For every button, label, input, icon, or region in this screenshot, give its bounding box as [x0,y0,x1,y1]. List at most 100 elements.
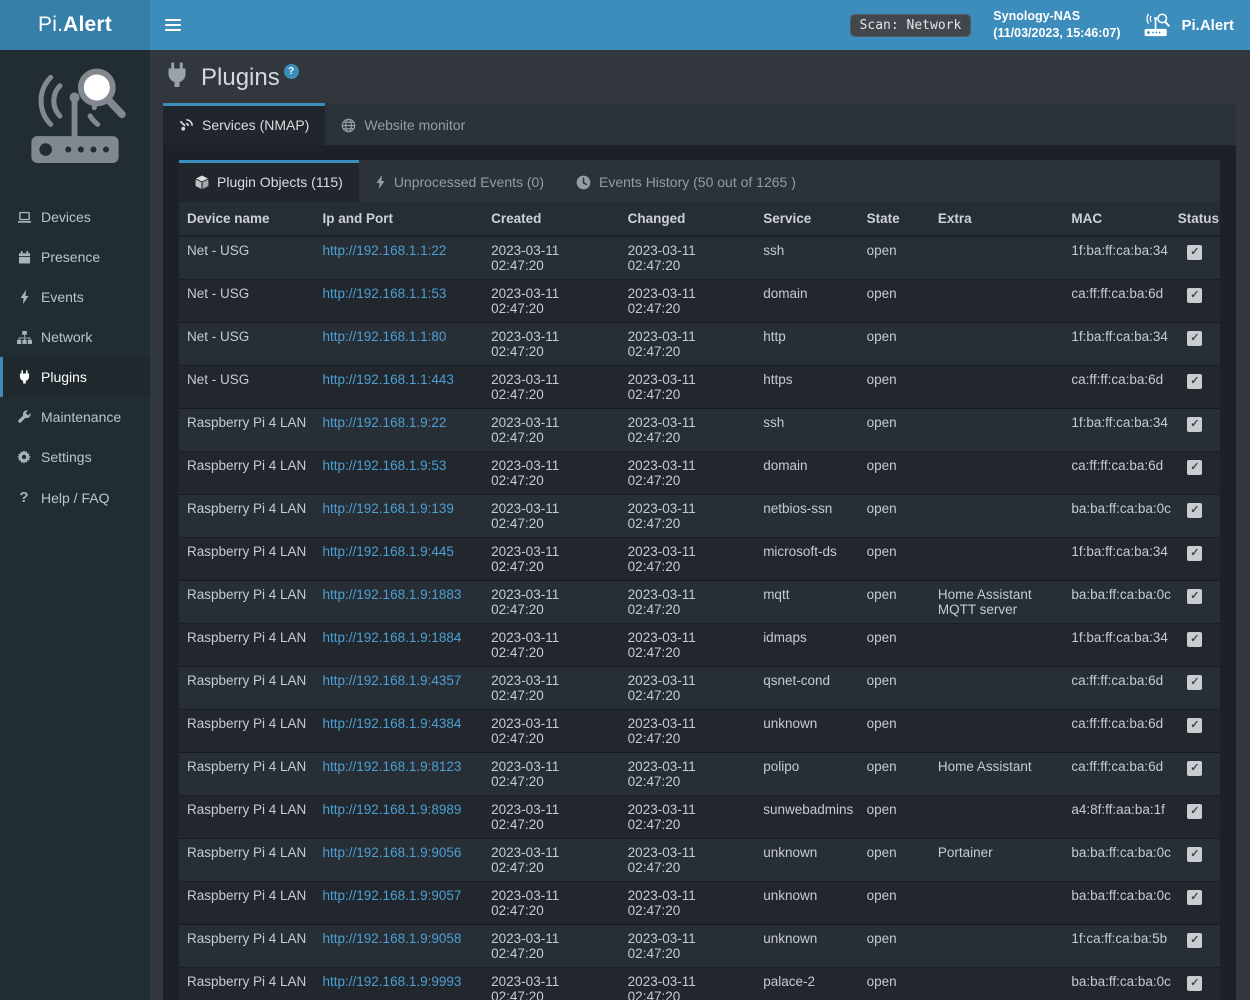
port-link[interactable]: http://192.168.1.9:4357 [323,673,462,688]
port-link[interactable]: http://192.168.1.9:8989 [323,802,462,817]
column-header-changed: Changed [620,202,756,236]
status-checkbox[interactable]: ✓ [1187,804,1202,819]
state-cell: open [859,323,930,366]
device-name-cell: Raspberry Pi 4 LAN [179,667,315,710]
status-checkbox[interactable]: ✓ [1187,460,1202,475]
table-row: Net - USGhttp://192.168.1.1:802023-03-11… [179,323,1220,366]
port-link[interactable]: http://192.168.1.9:9057 [323,888,462,903]
status-checkbox[interactable]: ✓ [1187,761,1202,776]
sidebar-item-network[interactable]: Network [0,317,150,357]
port-link-cell: http://192.168.1.9:139 [315,495,484,538]
changed-cell: 2023-03-11 02:47:20 [620,581,756,624]
status-checkbox[interactable]: ✓ [1187,503,1202,518]
port-link[interactable]: http://192.168.1.9:8123 [323,759,462,774]
subtab-events-history-50-out-of-1265[interactable]: Events History (50 out of 1265 ) [560,160,812,202]
table-row: Raspberry Pi 4 LANhttp://192.168.1.9:812… [179,753,1220,796]
port-link[interactable]: http://192.168.1.1:53 [323,286,447,301]
sidebar-item-plugins[interactable]: Plugins [0,357,150,397]
table-row: Net - USGhttp://192.168.1.1:532023-03-11… [179,280,1220,323]
sidebar-item-settings[interactable]: Settings [0,437,150,477]
extra-cell [930,710,1064,753]
status-checkbox[interactable]: ✓ [1187,718,1202,733]
status-checkbox[interactable]: ✓ [1187,417,1202,432]
service-cell: microsoft-ds [755,538,858,581]
port-link[interactable]: http://192.168.1.9:9993 [323,974,462,989]
status-checkbox[interactable]: ✓ [1187,890,1202,905]
port-link[interactable]: http://192.168.1.9:1883 [323,587,462,602]
sidebar-item-help-faq[interactable]: ?Help / FAQ [0,477,150,518]
device-name-cell: Raspberry Pi 4 LAN [179,452,315,495]
port-link[interactable]: http://192.168.1.9:9056 [323,845,462,860]
extra-cell [930,667,1064,710]
device-name-cell: Raspberry Pi 4 LAN [179,839,315,882]
tab-label: Website monitor [364,117,465,133]
created-cell: 2023-03-11 02:47:20 [483,495,620,538]
table-row: Raspberry Pi 4 LANhttp://192.168.1.9:898… [179,796,1220,839]
service-cell: ssh [755,409,858,452]
port-link[interactable]: http://192.168.1.9:1884 [323,630,462,645]
mac-cell: a4:8f:ff:aa:ba:1f [1063,796,1169,839]
tab-website-monitor[interactable]: Website monitor [325,103,481,145]
status-checkbox[interactable]: ✓ [1187,245,1202,260]
navbar-brand[interactable]: Pi.Alert [1142,13,1234,37]
port-link[interactable]: http://192.168.1.9:139 [323,501,454,516]
device-name-cell: Net - USG [179,366,315,409]
status-checkbox[interactable]: ✓ [1187,546,1202,561]
table-row: Raspberry Pi 4 LANhttp://192.168.1.9:222… [179,409,1220,452]
status-checkbox[interactable]: ✓ [1187,933,1202,948]
port-link[interactable]: http://192.168.1.1:22 [323,243,447,258]
port-link-cell: http://192.168.1.9:1884 [315,624,484,667]
port-link[interactable]: http://192.168.1.9:4384 [323,716,462,731]
sidebar-item-events[interactable]: Events [0,277,150,317]
port-link[interactable]: http://192.168.1.9:445 [323,544,454,559]
created-cell: 2023-03-11 02:47:20 [483,882,620,925]
extra-cell [930,366,1064,409]
port-link-cell: http://192.168.1.9:8123 [315,753,484,796]
port-link[interactable]: http://192.168.1.9:9058 [323,931,462,946]
port-link-cell: http://192.168.1.9:9058 [315,925,484,968]
created-cell: 2023-03-11 02:47:20 [483,280,620,323]
port-link[interactable]: http://192.168.1.1:443 [323,372,454,387]
table-row: Raspberry Pi 4 LANhttp://192.168.1.9:532… [179,452,1220,495]
sidebar-item-label: Maintenance [41,409,121,425]
column-header-state: State [859,202,930,236]
status-checkbox[interactable]: ✓ [1187,288,1202,303]
tab-label: Unprocessed Events (0) [394,174,544,190]
tab-label: Events History (50 out of 1265 ) [599,174,796,190]
status-checkbox[interactable]: ✓ [1187,847,1202,862]
status-checkbox[interactable]: ✓ [1187,374,1202,389]
status-checkbox[interactable]: ✓ [1187,675,1202,690]
status-checkbox[interactable]: ✓ [1187,976,1202,991]
port-link[interactable]: http://192.168.1.1:80 [323,329,447,344]
mac-cell: ca:ff:ff:ca:ba:6d [1063,452,1169,495]
mac-cell: ba:ba:ff:ca:ba:0c [1063,581,1169,624]
help-badge[interactable]: ? [284,64,299,79]
state-cell: open [859,710,930,753]
port-link-cell: http://192.168.1.9:53 [315,452,484,495]
created-cell: 2023-03-11 02:47:20 [483,366,620,409]
service-cell: domain [755,452,858,495]
subtab-unprocessed-events-0[interactable]: Unprocessed Events (0) [359,160,560,202]
table-header-row: Device nameIp and PortCreatedChangedServ… [179,202,1220,236]
sidebar-item-maintenance[interactable]: Maintenance [0,397,150,437]
status-checkbox[interactable]: ✓ [1187,632,1202,647]
state-cell: open [859,624,930,667]
status-cell: ✓ [1170,495,1220,538]
sidebar-item-devices[interactable]: Devices [0,197,150,237]
sidebar-item-presence[interactable]: Presence [0,237,150,277]
status-checkbox[interactable]: ✓ [1187,589,1202,604]
status-checkbox[interactable]: ✓ [1187,331,1202,346]
port-link-cell: http://192.168.1.9:8989 [315,796,484,839]
subtab-plugin-objects-115[interactable]: Plugin Objects (115) [179,160,359,202]
table-row: Raspberry Pi 4 LANhttp://192.168.1.9:188… [179,624,1220,667]
sidebar-toggle-icon[interactable] [150,0,196,50]
port-link[interactable]: http://192.168.1.9:22 [323,415,447,430]
app-logo[interactable]: Pi.Alert [0,0,150,50]
service-cell: sunwebadmins [755,796,858,839]
column-header-created: Created [483,202,620,236]
changed-cell: 2023-03-11 02:47:20 [620,667,756,710]
status-cell: ✓ [1170,323,1220,366]
tab-services-nmap[interactable]: Services (NMAP) [163,103,325,145]
port-link[interactable]: http://192.168.1.9:53 [323,458,447,473]
service-cell: domain [755,280,858,323]
